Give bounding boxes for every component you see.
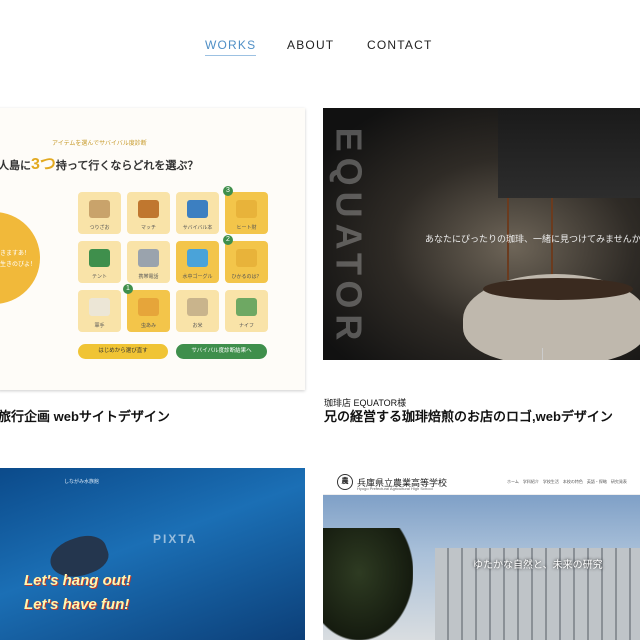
item-icon [236, 200, 257, 218]
school-name-en: Hyogo Prefectural Agricultural High Scho… [357, 486, 433, 491]
item-label: テント [91, 274, 107, 280]
aquarium-headline-2: Let's have fun! [24, 596, 130, 613]
item-label: お米 [192, 323, 203, 329]
speech-blob: きますあ！ 生きのびよ！ [0, 212, 40, 304]
pixta-watermark: PIXTA [153, 532, 198, 546]
item-label: マッチ [140, 225, 156, 231]
item-icon [89, 298, 110, 316]
school-nav: ホーム 学科紹介 学校生活 本校の特色 英語・探略 研究発表 [507, 479, 627, 484]
item-label: つりざお [89, 225, 110, 231]
item-icon [89, 200, 110, 218]
item-label: サバイバル本 [182, 225, 213, 231]
item-label: ひかるのは？ [231, 274, 262, 280]
nav-works[interactable]: WORKS [205, 38, 257, 56]
item-icon [138, 249, 159, 267]
item-tile[interactable]: 軍手 [78, 290, 121, 332]
item-label: 軍手 [94, 323, 105, 329]
rank-badge: 3 [223, 186, 233, 196]
item-icon [187, 298, 208, 316]
coffee-surface [483, 278, 633, 300]
item-icon [187, 200, 208, 218]
item-tile[interactable]: マッチ [127, 192, 170, 234]
work-title-travel[interactable]: 旅行企画 webサイトデザイン [0, 406, 170, 425]
thumb-small-text: アイテムを選んでサバイバル度診断 [52, 141, 147, 147]
work-thumbnail-school[interactable]: 農 兵庫県立農業高等学校 Hyogo Prefectural Agricultu… [323, 468, 640, 640]
equator-vertical-text: EQUATOR [328, 127, 370, 347]
item-tile[interactable]: 水中ゴーグル [176, 241, 219, 283]
rank-badge: 1 [123, 284, 133, 294]
nav-about[interactable]: ABOUT [287, 38, 334, 52]
item-tile[interactable]: お米 [176, 290, 219, 332]
item-label: 水中ゴーグル [182, 274, 213, 280]
item-label: ヒート財 [236, 225, 257, 231]
aquarium-headline-1: Let's hang out! [24, 572, 131, 589]
item-tile[interactable]: つりざお [78, 192, 121, 234]
item-tile[interactable]: 携帯電話 [127, 241, 170, 283]
item-label: 携帯電話 [138, 274, 159, 280]
item-tile[interactable]: ヒート財 [225, 192, 268, 234]
item-icon [236, 249, 257, 267]
nav-contact[interactable]: CONTACT [367, 38, 433, 52]
palm-tree [323, 528, 413, 640]
item-tile[interactable]: 虫あみ [127, 290, 170, 332]
item-icon [89, 249, 110, 267]
work-thumbnail-travel[interactable]: アイテムを選んでサバイバル度診断 人島に3つ持って行くならどれを選ぶ？ きますあ… [0, 108, 305, 390]
item-icon [138, 298, 159, 316]
item-tile[interactable]: ナイフ [225, 290, 268, 332]
aquarium-top-bar: しながみ水族館 [64, 479, 100, 485]
rank-badge: 2 [223, 235, 233, 245]
item-label: ナイフ [238, 323, 254, 329]
item-icon [138, 200, 159, 218]
result-button[interactable]: サバイバル度診断結果へ [176, 344, 267, 359]
school-header: 農 兵庫県立農業高等学校 Hyogo Prefectural Agricultu… [323, 468, 640, 495]
item-icon [187, 249, 208, 267]
item-tile[interactable]: サバイバル本 [176, 192, 219, 234]
scroll-line [542, 348, 543, 360]
work-thumbnail-aquarium[interactable]: しながみ水族館 PIXTA Let's hang out! Let's have… [0, 468, 305, 640]
school-logo: 農 [337, 474, 353, 490]
espresso-machine [498, 108, 640, 198]
item-tile[interactable]: ひかるのは？ [225, 241, 268, 283]
school-overlay-text: ゆたかな自然と、未来の研究 [473, 560, 603, 571]
item-icon [236, 298, 257, 316]
equator-tagline: あなたにぴったりの珈琲、一緒に見つけてみませんか [425, 234, 640, 244]
item-tile[interactable]: テント [78, 241, 121, 283]
item-label: 虫あみ [140, 323, 156, 329]
thumb-question: 人島に3つ持って行くならどれを選ぶ？ [0, 156, 199, 173]
work-title-equator[interactable]: 兄の経営する珈琲焙煎のお店のロゴ,webデザイン [324, 406, 613, 425]
work-thumbnail-equator[interactable]: EQUATOR あなたにぴったりの珈琲、一緒に見つけてみませんか [323, 108, 640, 360]
reset-button[interactable]: はじめから選び直す [78, 344, 168, 359]
main-nav: WORKS ABOUT CONTACT [0, 38, 640, 58]
